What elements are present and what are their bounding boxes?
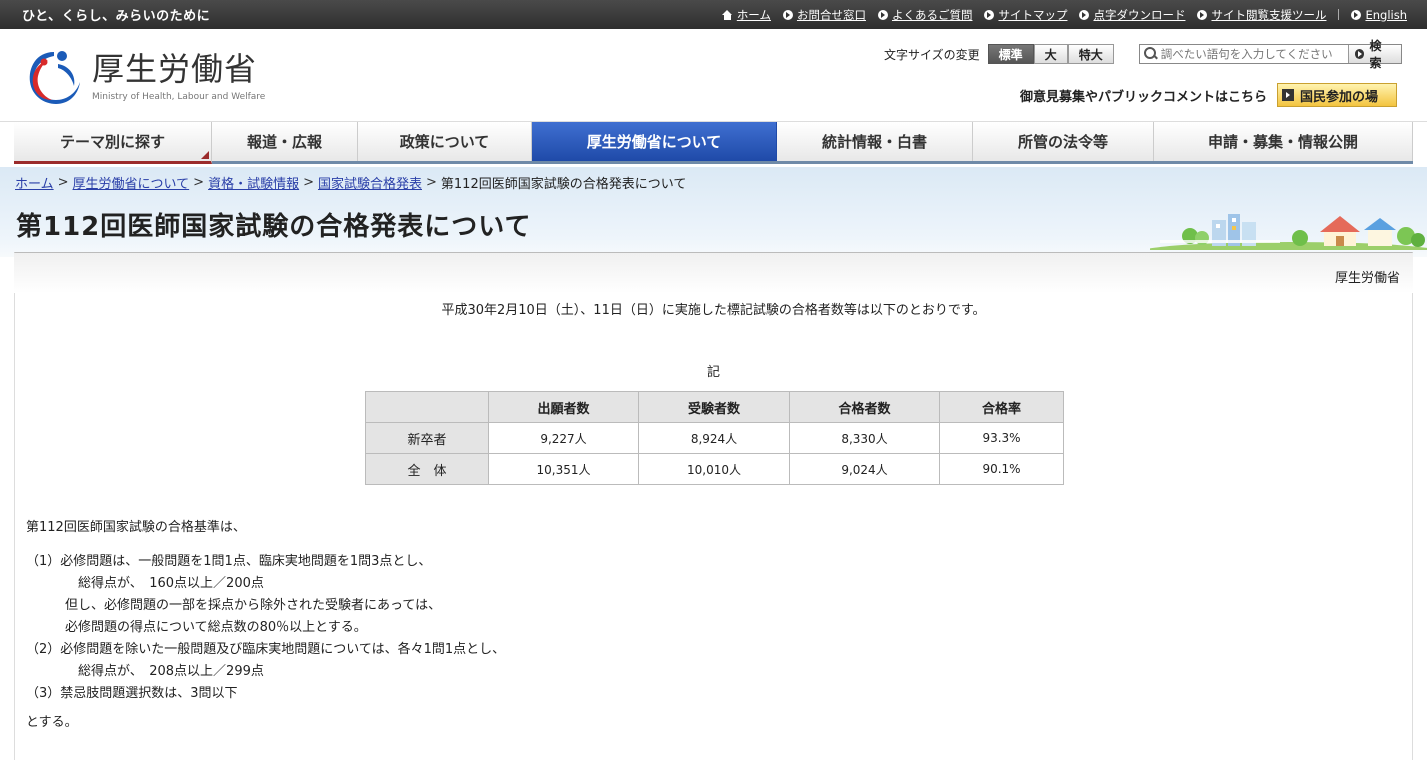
arrow-circle-icon <box>1354 49 1365 59</box>
table-row-header: 新卒者 <box>365 422 489 454</box>
criteria-line: 総得点が、 160点以上／200点 <box>26 576 264 591</box>
table-row: 新卒者 9,227人 8,924人 8,330人 93.3% <box>365 422 1064 454</box>
corner-marker-icon <box>201 151 209 159</box>
table-cell: 10,351人 <box>488 453 639 485</box>
breadcrumb-link-exam-results[interactable]: 国家試験合格発表 <box>318 173 422 192</box>
table-header-cell <box>365 391 489 423</box>
breadcrumb-link-qualifications[interactable]: 資格・試験情報 <box>208 173 299 192</box>
search-input[interactable] <box>1160 47 1348 61</box>
arrow-square-icon <box>1282 89 1295 101</box>
table-cell: 9,024人 <box>789 453 940 485</box>
nav-press[interactable]: 報道・広報 <box>212 122 358 161</box>
public-comment-text: 御意見募集やパブリックコメントはこちら <box>1020 89 1268 105</box>
organization-name: 厚生労働省 <box>1334 271 1400 286</box>
pass-criteria: 第112回医師国家試験の合格基準は、 （1）必修問題は、一般問題を1問1点、臨床… <box>26 517 505 705</box>
utility-link-english[interactable]: English <box>1351 8 1407 22</box>
criteria-line: 必修問題の得点について総点数の80％以上とする。 <box>26 620 367 635</box>
arrow-circle-icon <box>877 9 888 20</box>
note-heading: 記 <box>706 365 720 380</box>
nav-statistics[interactable]: 統計情報・白書 <box>777 122 973 161</box>
nav-applications[interactable]: 申請・募集・情報公開 <box>1154 122 1413 161</box>
arrow-circle-icon <box>1351 9 1362 20</box>
site-tagline: ひと、くらし、みらいのために <box>22 9 211 24</box>
nav-policy[interactable]: 政策について <box>358 122 532 161</box>
home-icon <box>721 9 733 20</box>
arrow-circle-icon <box>1079 9 1090 20</box>
utility-link-sitemap[interactable]: サイトマップ <box>984 7 1067 23</box>
table-cell: 90.1% <box>939 453 1064 485</box>
page-title: 第112回医師国家試験の合格発表について <box>16 212 532 242</box>
utility-bar: ひと、くらし、みらいのために ホーム お問合せ窓口 よくあるご質問 サイトマップ… <box>0 0 1427 29</box>
site-search: 検索 <box>1139 39 1402 70</box>
table-header-cell: 出願者数 <box>488 391 639 423</box>
table-cell: 8,330人 <box>789 422 940 454</box>
main-content: 厚生労働省 平成30年2月10日（土）、11日（日）に実施した標記試験の合格者数… <box>14 252 1413 760</box>
criteria-intro: 第112回医師国家試験の合格基準は、 <box>26 520 246 535</box>
table-header-cell: 合格率 <box>939 391 1064 423</box>
criteria-line: 総得点が、 208点以上／299点 <box>26 664 264 679</box>
search-button[interactable]: 検索 <box>1347 39 1401 70</box>
utility-links: ホーム お問合せ窓口 よくあるご質問 サイトマップ 点字ダウンロード サイト閲覧… <box>710 7 1407 23</box>
font-size-xlarge-button[interactable]: 特大 <box>1067 44 1114 64</box>
table-cell: 93.3% <box>939 422 1064 454</box>
site-logo[interactable]: 厚生労働省 Ministry of Health, Labour and Wel… <box>24 42 265 108</box>
lead-paragraph: 平成30年2月10日（土）、11日（日）に実施した標記試験の合格者数等は以下のと… <box>441 303 986 318</box>
public-participation-button[interactable]: 国民参加の場 <box>1277 83 1398 107</box>
table-cell: 8,924人 <box>638 422 790 454</box>
global-nav: テーマ別に探す 報道・広報 政策について 厚生労働省について 統計情報・白書 所… <box>14 122 1413 164</box>
breadcrumb: ホーム > 厚生労働省について > 資格・試験情報 > 国家試験合格発表 > 第112回… <box>15 173 686 192</box>
results-table: 出願者数 受験者数 合格者数 合格率 新卒者 9,227人 8,924人 8,3… <box>365 391 1064 485</box>
arrow-circle-icon <box>782 9 793 20</box>
breadcrumb-separator: > <box>303 175 314 190</box>
breadcrumb-separator: > <box>57 175 69 190</box>
breadcrumb-separator: > <box>426 175 437 190</box>
utility-link-braille[interactable]: 点字ダウンロード <box>1079 7 1185 23</box>
breadcrumb-separator: > <box>193 175 205 190</box>
font-size-large-button[interactable]: 大 <box>1033 44 1068 64</box>
table-header-cell: 受験者数 <box>638 391 790 423</box>
breadcrumb-link-about[interactable]: 厚生労働省について <box>73 173 190 192</box>
logo-title: 厚生労働省 <box>92 50 258 88</box>
font-size-standard-button[interactable]: 標準 <box>987 44 1034 64</box>
nav-laws[interactable]: 所管の法令等 <box>973 122 1154 161</box>
table-row-header: 全 体 <box>365 453 489 485</box>
public-participation: 御意見募集やパブリックコメントはこちら 国民参加の場 <box>1020 83 1398 107</box>
breadcrumb-link-home[interactable]: ホーム <box>15 173 54 192</box>
breadcrumb-current: 第112回医師国家試験の合格発表について <box>440 177 687 192</box>
font-size-switcher: 文字サイズの変更 標準 大 特大 <box>884 44 1114 64</box>
divider <box>1338 9 1340 20</box>
arrow-circle-icon <box>1197 9 1208 20</box>
town-illustration-icon <box>1150 214 1427 250</box>
table-cell: 9,227人 <box>488 422 639 454</box>
logo-subtitle: Ministry of Health, Labour and Welfare <box>92 92 266 102</box>
arrow-circle-icon <box>984 9 995 20</box>
utility-link-contact[interactable]: お問合せ窓口 <box>782 7 866 23</box>
table-header-cell: 合格者数 <box>789 391 940 423</box>
table-cell: 10,010人 <box>638 453 790 485</box>
criteria-line: （1）必修問題は、一般問題を1問1点、臨床実地問題を1問3点とし、 <box>26 554 432 569</box>
table-header-row: 出願者数 受験者数 合格者数 合格率 <box>365 391 1064 423</box>
criteria-line: （2）必修問題を除いた一般問題及び臨床実地問題については、各々1問1点とし、 <box>26 642 506 657</box>
criteria-line: 但し、必修問題の一部を採点から除外された受験者にあっては、 <box>26 598 442 613</box>
utility-link-faq[interactable]: よくあるご質問 <box>877 7 972 23</box>
search-icon <box>1144 47 1158 61</box>
font-size-label: 文字サイズの変更 <box>884 47 980 62</box>
site-header: 厚生労働省 Ministry of Health, Labour and Wel… <box>0 29 1427 122</box>
table-row: 全 体 10,351人 10,010人 9,024人 90.1% <box>365 453 1064 485</box>
logo-emblem-icon <box>24 42 84 108</box>
criteria-line: （3）禁忌肢問題選択数は、3問以下 <box>26 686 238 701</box>
utility-link-home[interactable]: ホーム <box>721 7 771 23</box>
nav-about-ministry[interactable]: 厚生労働省について <box>532 122 777 161</box>
utility-link-accessibility[interactable]: サイト閲覧支援ツール <box>1197 7 1326 23</box>
criteria-ending: とする。 <box>26 715 78 730</box>
nav-theme-search[interactable]: テーマ別に探す <box>14 122 212 164</box>
